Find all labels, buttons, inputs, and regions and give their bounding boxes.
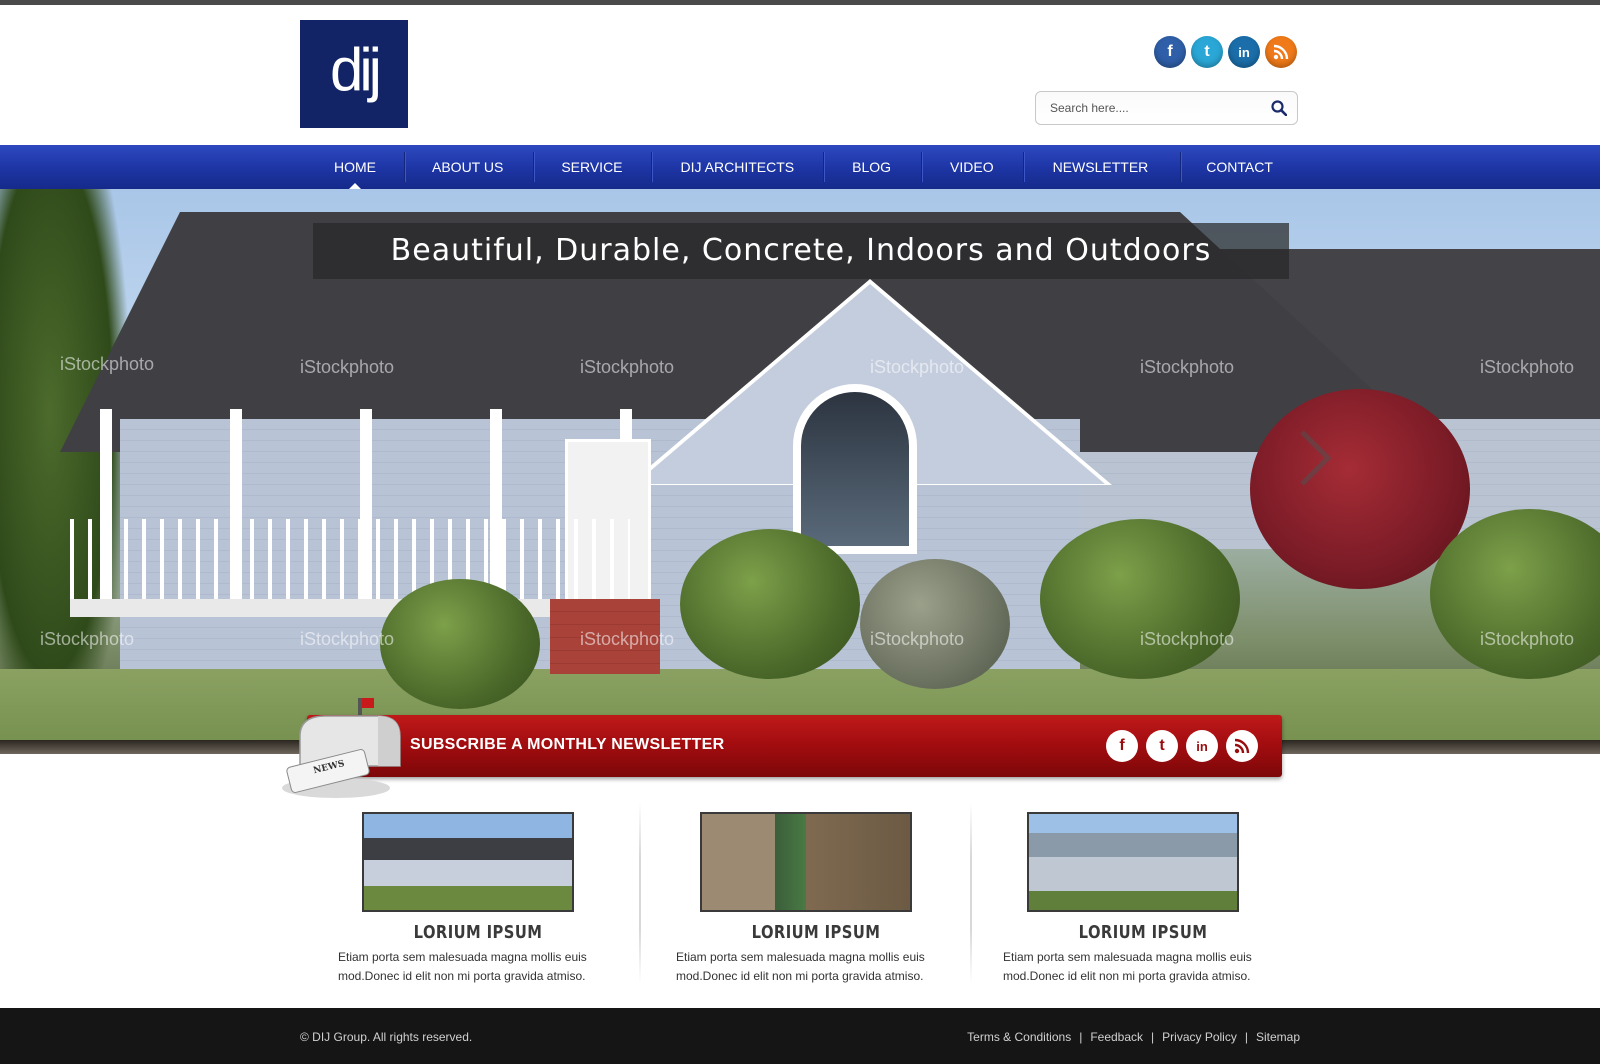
hero-watermark: iStockphoto [1480,629,1575,649]
hero-shrub [380,579,540,709]
newsletter-label[interactable]: SUBSCRIBE A MONTHLY NEWSLETTER [410,736,725,754]
twitter-icon[interactable]: t [1191,36,1223,68]
hero-watermark: iStockphoto [300,629,395,649]
hero-watermark: iStockphoto [580,357,675,377]
hero-shrub [680,529,860,679]
nav-item-home[interactable]: HOME [306,145,404,189]
newsletter-social-links: f t in [1106,730,1258,762]
hero-window-glass [801,392,909,546]
nav-item-newsletter[interactable]: NEWSLETTER [1025,145,1181,189]
hero-watermark: iStockphoto [300,357,395,377]
feature-title[interactable]: LORIUM IPSUM [1028,922,1258,943]
column-divider [639,803,641,983]
footer-separator: | [1244,1030,1248,1044]
main-nav: HOME ABOUT US SERVICE DIJ ARCHITECTS BLO… [0,145,1600,189]
feature-thumbnail[interactable] [700,812,912,912]
hero-watermark: iStockphoto [1140,357,1235,377]
nav-item-service[interactable]: SERVICE [535,145,650,189]
facebook-icon[interactable]: f [1154,36,1186,68]
feature-thumbnail[interactable] [362,812,574,912]
linkedin-icon[interactable]: in [1186,730,1218,762]
hero-shrub [1040,519,1240,679]
feature-thumbnail[interactable] [1027,812,1239,912]
feature-title[interactable]: LORIUM IPSUM [363,922,593,943]
hero-watermark: iStockphoto [870,357,965,377]
feature-title[interactable]: LORIUM IPSUM [701,922,931,943]
footer-link-feedback[interactable]: Feedback [1090,1030,1143,1044]
search-input[interactable] [1048,100,1252,116]
rss-icon[interactable] [1226,730,1258,762]
twitter-icon[interactable]: t [1146,730,1178,762]
hero-watermark: iStockphoto [60,354,155,374]
footer-links: Terms & Conditions | Feedback | Privacy … [967,1030,1300,1044]
footer-link-sitemap[interactable]: Sitemap [1256,1030,1300,1044]
slider-next-arrow-icon[interactable] [1298,428,1332,488]
hero-watermark: iStockphoto [1140,629,1235,649]
rss-glyph [1234,738,1250,754]
hero-watermark: iStockphoto [40,629,135,649]
hero-caption: Beautiful, Durable, Concrete, Indoors an… [313,223,1289,279]
footer-link-privacy[interactable]: Privacy Policy [1162,1030,1237,1044]
hero-watermark: iStockphoto [1480,357,1575,377]
column-divider [970,803,972,983]
feature-text: Etiam porta sem malesuada magna mollis e… [338,950,587,983]
copyright-text: © DIJ Group. All rights reserved. [300,1030,473,1044]
nav-item-blog[interactable]: BLOG [825,145,921,189]
hero-watermark: iStockphoto [580,629,675,649]
hero-shrub [860,559,1010,689]
hero-red-maple [1250,389,1470,589]
search-box [1035,91,1298,125]
hero-porch-railing [70,519,630,609]
nav-label: ABOUT US [432,159,504,175]
mailbox-icon: NEWS [282,698,401,798]
header-social-links: f t in [1154,36,1297,68]
footer-separator: | [1079,1030,1083,1044]
rss-glyph [1273,44,1289,60]
nav-item-about-us[interactable]: ABOUT US [406,145,533,189]
nav-label: CONTACT [1206,159,1273,175]
rss-icon[interactable] [1265,36,1297,68]
footer-link-terms[interactable]: Terms & Conditions [967,1030,1071,1044]
nav-label: BLOG [852,159,892,175]
feature-text: Etiam porta sem malesuada magna mollis e… [1003,950,1252,983]
footer: © DIJ Group. All rights reserved. Terms … [0,1008,1600,1064]
feature-text: Etiam porta sem malesuada magna mollis e… [676,950,925,983]
logo-text: dij [329,36,382,103]
nav-label: HOME [334,159,376,175]
nav-item-video[interactable]: VIDEO [923,145,1023,189]
nav-label: DIJ ARCHITECTS [680,159,795,175]
search-icon[interactable] [1271,100,1287,116]
linkedin-icon[interactable]: in [1228,36,1260,68]
nav-label: NEWSLETTER [1052,159,1149,175]
hero-porch-floor [70,599,630,617]
nav-item-dij-architects[interactable]: DIJ ARCHITECTS [653,145,824,189]
logo[interactable]: dij [300,20,408,128]
hero-watermark: iStockphoto [870,629,965,649]
nav-item-contact[interactable]: CONTACT [1182,145,1293,189]
facebook-icon[interactable]: f [1106,730,1138,762]
nav-label: VIDEO [950,159,994,175]
top-border [0,0,1600,5]
nav-label: SERVICE [561,159,623,175]
footer-separator: | [1151,1030,1155,1044]
